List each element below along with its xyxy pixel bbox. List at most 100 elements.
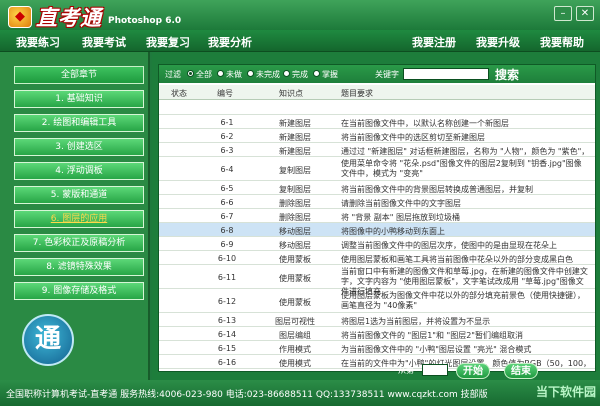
filter-radio-undone[interactable]	[217, 70, 224, 77]
close-button[interactable]: ✕	[576, 6, 594, 21]
table-row-selected[interactable]: 6-8 移动图层 将图像中的小鸭移动到东面上	[159, 223, 595, 237]
table-row[interactable]: 6-6 删除图层 请删除当前图像文件中的文字图层	[159, 195, 595, 209]
row-id: 6-7	[220, 212, 234, 221]
chapter-item[interactable]: 3. 创建选区	[14, 138, 144, 156]
table-row[interactable]: 6-3 新建图层 通过过 "新建图层" 对话框新建图层，名称为 "人物"，颜色为…	[159, 143, 595, 157]
search-button[interactable]: 搜索	[495, 66, 519, 83]
table-row[interactable]	[159, 101, 595, 115]
col-status: 状态	[171, 89, 187, 98]
chapter-item[interactable]: 4. 浮动调板	[14, 162, 144, 180]
row-id: 6-1	[220, 118, 234, 127]
chapter-item[interactable]: 2. 绘图和编辑工具	[14, 114, 144, 132]
menu-analysis[interactable]: 我要分析	[208, 34, 252, 50]
row-id: 6-4	[220, 165, 234, 174]
row-id: 6-14	[217, 330, 237, 339]
filter-radio-done[interactable]	[283, 70, 290, 77]
row-knowledge: 复制图层	[279, 166, 311, 175]
logo-badge-icon: ◆	[8, 6, 32, 28]
row-question: 通过过 "新建图层" 对话框新建图层，名称为 "人物"，颜色为 "紫色"，不透明…	[341, 147, 589, 156]
row-knowledge: 删除图层	[279, 213, 311, 222]
table-header: 状态 编号 知识点 题目要求	[159, 85, 595, 100]
chapter-item[interactable]: 7. 色彩校正及原稿分析	[14, 234, 144, 252]
row-knowledge: 新建图层	[279, 133, 311, 142]
start-from-input[interactable]	[422, 364, 448, 376]
seal-logo-icon: 通	[22, 314, 74, 366]
row-knowledge: 作用模式	[279, 345, 311, 354]
menu-help[interactable]: 我要帮助	[540, 34, 584, 50]
filter-radio-incomplete[interactable]	[247, 70, 254, 77]
row-question: 将图层1选为当前图层，并将设置为不显示	[341, 317, 491, 326]
status-bar: 全国职称计算机考试-直考通 服务热线:4006-023-980 电话:023-8…	[0, 380, 600, 406]
table-row[interactable]: 6-11 使用蒙板 当前窗口中有新建的图像文件和草莓.jpg，在新建的图像文件中…	[159, 265, 595, 296]
row-knowledge: 使用蒙板	[279, 274, 311, 283]
main-content: 过滤 全部 未做 未完成 完成 掌握 关键字 搜索 状态 编号 知识点 题目要求…	[152, 52, 600, 380]
row-question: 在当前图像文件中，以默认名称创建一个新图层	[341, 119, 509, 128]
end-button[interactable]: 结束	[504, 363, 538, 379]
table-row[interactable]: 6-1 新建图层 在当前图像文件中，以默认名称创建一个新图层	[159, 115, 595, 129]
row-id: 6-15	[217, 344, 237, 353]
menu-bar: 我要练习 我要考试 我要复习 我要分析 我要注册 我要升级 我要帮助	[0, 30, 600, 52]
filter-radio-all[interactable]	[187, 70, 194, 77]
table-row[interactable]: 6-7 删除图层 将 "背景 副本" 图层拖放到垃圾桶	[159, 209, 595, 223]
menu-review[interactable]: 我要复习	[146, 34, 190, 50]
col-id: 编号	[217, 89, 233, 98]
row-question: 使用图层蒙板和画笔工具将当前图像中花朵以外的部分变成黑白色	[341, 255, 573, 264]
start-from-label: 从第	[398, 366, 414, 375]
row-question: 使用图层蒙板为图像文件中花以外的部分填充前景色（使用快捷键），画笔直径为 "40…	[341, 291, 585, 310]
chapter-item[interactable]: 8. 滤镜特殊效果	[14, 258, 144, 276]
filter-option-label: 完成	[292, 70, 308, 79]
menu-upgrade[interactable]: 我要升级	[476, 34, 520, 50]
row-question: 将图像中的小鸭移动到东面上	[341, 227, 445, 236]
app-logo: ◆ 直考通 Photoshop 6.0	[8, 2, 181, 32]
row-question: 请删除当前图像文件中的文字图层	[341, 199, 461, 208]
chapter-sidebar: 全部章节 1. 基础知识 2. 绘图和编辑工具 3. 创建选区 4. 浮动调板 …	[0, 52, 150, 380]
table-row[interactable]: 6-4 复制图层 使用菜单命令将 "花朵.psd"图像文件的图层2复制到 "钥香…	[159, 157, 595, 181]
chapter-item[interactable]: 1. 基础知识	[14, 90, 144, 108]
menu-register[interactable]: 我要注册	[412, 34, 456, 50]
row-question: 为当前图像文件中的 "小鸭"图层设置 "亮光" 混合模式	[341, 345, 532, 354]
row-knowledge: 复制图层	[279, 185, 311, 194]
row-id: 6-9	[220, 240, 234, 249]
row-id: 6-12	[217, 297, 237, 306]
table-row[interactable]: 6-15 作用模式 为当前图像文件中的 "小鸭"图层设置 "亮光" 混合模式	[159, 341, 595, 355]
table-row[interactable]: 6-2 新建图层 将当前图像文件中的选区剪切至新建图层	[159, 129, 595, 143]
row-question: 将当前图像文件的 "图层1"和 "图层2"暂们编组取消	[341, 331, 523, 340]
row-question: 将 "背景 副本" 图层拖放到垃圾桶	[341, 213, 460, 222]
start-button[interactable]: 开始	[456, 363, 490, 379]
row-id: 6-5	[220, 184, 234, 193]
menu-exam[interactable]: 我要考试	[82, 34, 126, 50]
status-text: 全国职称计算机考试-直考通 服务热线:4006-023-980 电话:023-8…	[6, 390, 488, 400]
table-row[interactable]: 6-14 图层编组 将当前图像文件的 "图层1"和 "图层2"暂们编组取消	[159, 327, 595, 341]
col-question: 题目要求	[341, 89, 373, 98]
row-knowledge: 使用蒙板	[279, 255, 311, 264]
logo-subtitle: Photoshop 6.0	[108, 16, 182, 26]
question-panel: 过滤 全部 未做 未完成 完成 掌握 关键字 搜索 状态 编号 知识点 题目要求…	[158, 64, 596, 372]
filter-option-label: 掌握	[322, 70, 338, 79]
row-knowledge: 新建图层	[279, 147, 311, 156]
filter-radio-mastered[interactable]	[313, 70, 320, 77]
chapter-item-active[interactable]: 6. 图层的应用	[14, 210, 144, 228]
chapter-item[interactable]: 5. 蒙版和通道	[14, 186, 144, 204]
col-knowledge: 知识点	[279, 89, 303, 98]
all-chapters-header[interactable]: 全部章节	[14, 66, 144, 84]
table-row[interactable]: 6-13 图层可视性 将图层1选为当前图层，并将设置为不显示	[159, 313, 595, 327]
menu-practice[interactable]: 我要练习	[16, 34, 60, 50]
row-question: 将当前图像文件中的背景图层转换成普通图层，并复制	[341, 185, 533, 194]
row-question: 调整当前图像文件中的图层次序，使图中的是由显现在花朵上	[341, 241, 557, 250]
title-bar: ◆ 直考通 Photoshop 6.0 – ✕	[0, 0, 600, 30]
keyword-input[interactable]	[403, 68, 489, 80]
minimize-button[interactable]: –	[554, 6, 572, 21]
watermark-logo: 当下软件园	[535, 385, 596, 399]
row-knowledge: 使用蒙板	[279, 298, 311, 307]
table-row[interactable]: 6-12 使用蒙板 使用图层蒙板为图像文件中花以外的部分填充前景色（使用快捷键）…	[159, 289, 595, 313]
row-knowledge: 移动图层	[279, 241, 311, 250]
row-knowledge: 移动图层	[279, 227, 311, 236]
table-row[interactable]: 6-5 复制图层 将当前图像文件中的背景图层转换成普通图层，并复制	[159, 181, 595, 195]
row-question: 使用菜单命令将 "花朵.psd"图像文件的图层2复制到 "钥香.jpg"图像文件…	[341, 159, 582, 178]
filter-option-label: 未做	[226, 70, 242, 79]
chapter-item[interactable]: 9. 图像存储及格式	[14, 282, 144, 300]
table-row[interactable]: 6-9 移动图层 调整当前图像文件中的图层次序，使图中的是由显现在花朵上	[159, 237, 595, 251]
row-knowledge: 删除图层	[279, 199, 311, 208]
row-id: 6-11	[217, 273, 237, 282]
table-row[interactable]: 6-10 使用蒙板 使用图层蒙板和画笔工具将当前图像中花朵以外的部分变成黑白色	[159, 251, 595, 265]
